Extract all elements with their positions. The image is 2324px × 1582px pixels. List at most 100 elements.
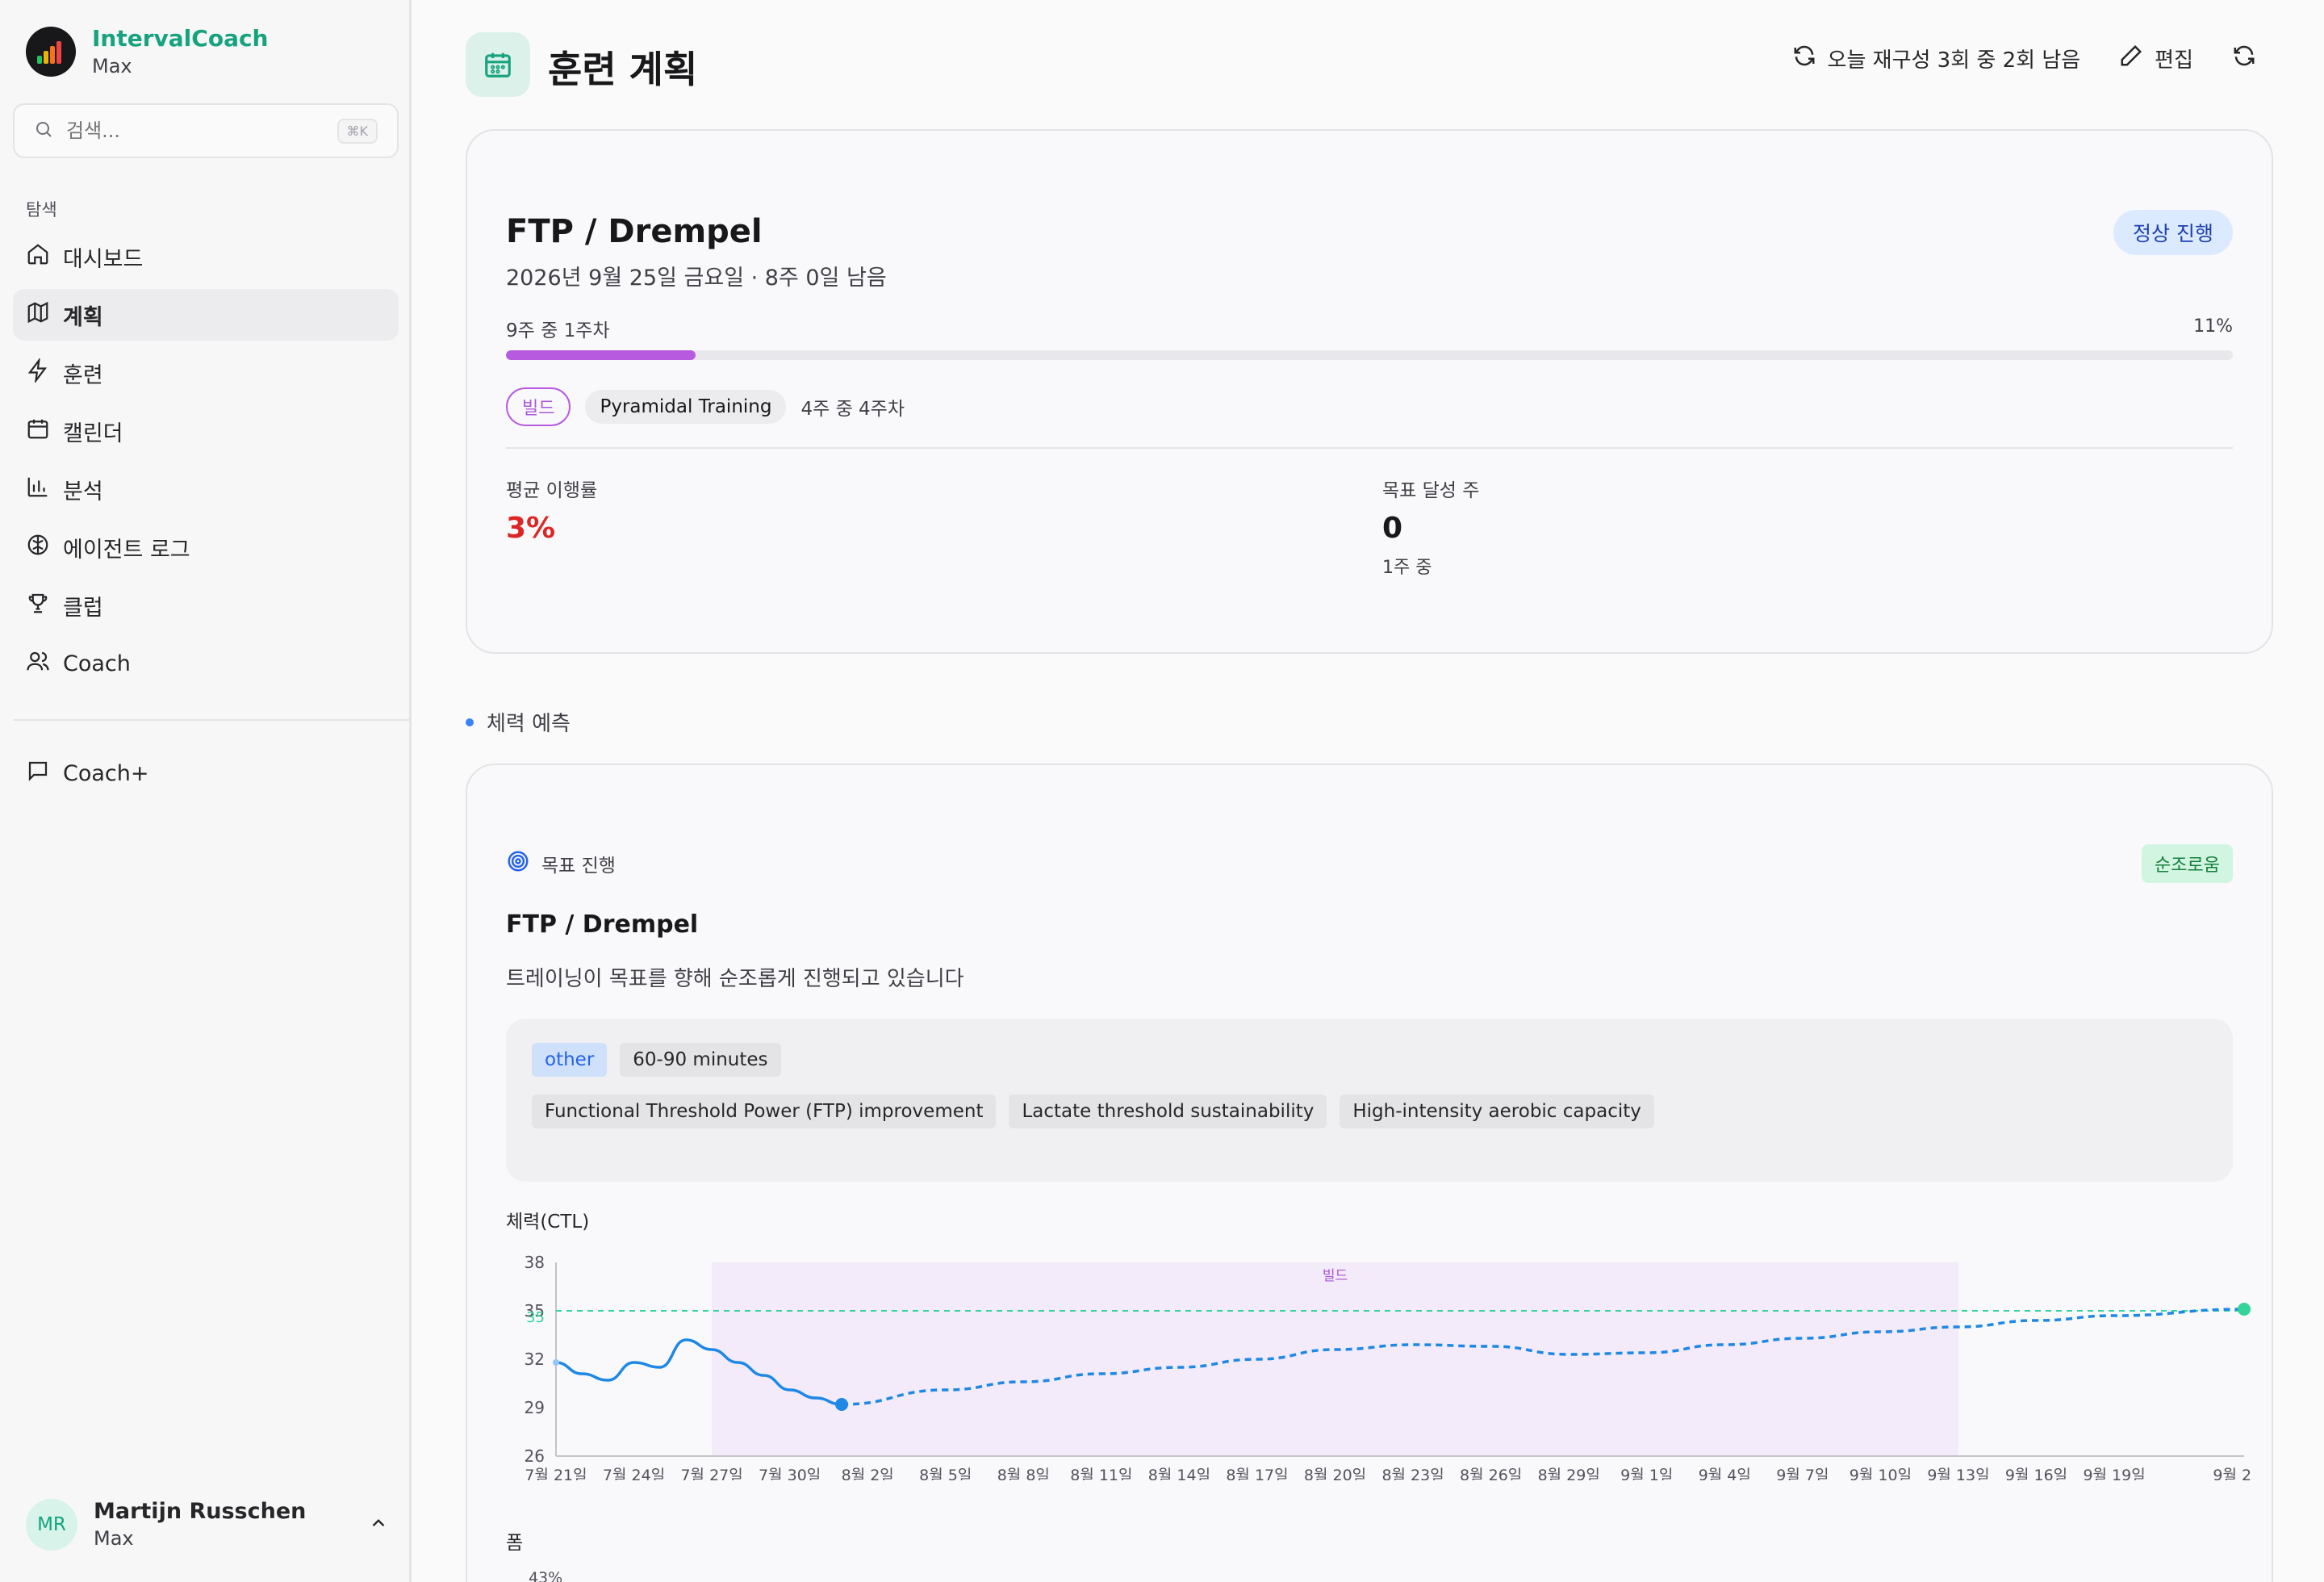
- pencil-icon: [2119, 44, 2143, 73]
- target-label: 35: [526, 1309, 545, 1326]
- sidebar-item-plan[interactable]: 계획: [13, 289, 399, 341]
- x-tick-label: 7월 27일: [680, 1467, 742, 1480]
- sidebar-item-coachplus-wrap: Coach+: [13, 747, 399, 806]
- x-tick-label: 7월 30일: [759, 1467, 821, 1480]
- calendar-icon: [466, 32, 530, 97]
- goal-description: 트레이닝이 목표를 향해 순조롭게 진행되고 있습니다: [506, 967, 964, 991]
- x-tick-label: 8월 23일: [1381, 1467, 1444, 1480]
- regenerate-button[interactable]: 오늘 재구성 3회 중 2회 남음: [1792, 44, 2081, 73]
- goal-header: 목표 진행: [506, 849, 616, 878]
- edit-button[interactable]: 편집: [2119, 44, 2193, 73]
- start-point: [553, 1359, 559, 1366]
- refresh-icon: [2232, 44, 2256, 73]
- goal-point: [2238, 1303, 2251, 1316]
- athlete-name: Max: [92, 55, 132, 77]
- block-week: 4주 중 4주차: [800, 399, 905, 420]
- chevron-up-icon[interactable]: [368, 1513, 389, 1537]
- on-track-badge: 순조로움: [2142, 844, 2233, 883]
- user-name: Martijn Russchen: [94, 1499, 307, 1524]
- app-logo: [26, 27, 76, 77]
- plan-subtitle: 2026년 9월 25일 금요일 · 8주 0일 남음: [506, 266, 887, 291]
- sidebar-item-workouts[interactable]: 훈련: [13, 347, 399, 399]
- phase-band: [712, 1262, 1958, 1456]
- compliance-value: 3%: [506, 512, 556, 545]
- home-icon: [26, 242, 50, 272]
- x-tick-label: 8월 26일: [1460, 1467, 1522, 1480]
- sidebar-item-analysis[interactable]: 분석: [13, 463, 399, 515]
- plan-tags: 빌드 Pyramidal Training 4주 중 4주차: [506, 387, 905, 426]
- goal-weeks-value: 0: [1382, 512, 1403, 545]
- form-tick: 43%: [529, 1569, 563, 1582]
- phase-band-label: 빌드: [1323, 1268, 1348, 1284]
- block-badge: Pyramidal Training: [585, 390, 787, 424]
- search-icon: [34, 119, 53, 142]
- plan-title: FTP / Drempel: [506, 213, 763, 250]
- goal-weeks-stat: 목표 달성 주 0 1주 중: [1382, 475, 1479, 579]
- main-content: 훈련 계획 오늘 재구성 3회 중 2회 남음 편집 FTP / Drempel…: [414, 0, 2324, 1582]
- section-dot: [466, 718, 474, 726]
- page-title: 훈련 계획: [548, 48, 698, 91]
- x-tick-label: 8월 8일: [997, 1467, 1050, 1480]
- compliance-label: 평균 이행률: [506, 480, 598, 501]
- sidebar-item-label: 훈련: [63, 362, 103, 388]
- sidebar-item-dashboard[interactable]: 대시보드: [13, 231, 399, 282]
- search-box[interactable]: ⌘K: [13, 103, 399, 158]
- user-menu[interactable]: MR Martijn Russchen Max: [26, 1498, 389, 1551]
- avatar: MR: [26, 1499, 77, 1551]
- x-tick-label: 9월 16일: [2005, 1467, 2067, 1480]
- sidebar-item-agent-log[interactable]: 에이전트 로그: [13, 521, 399, 573]
- sidebar-item-label: Coach+: [63, 760, 149, 786]
- phase-badge: 빌드: [506, 387, 571, 426]
- x-tick-label: 8월 17일: [1226, 1467, 1288, 1480]
- forecast-card: 목표 진행 순조로움 FTP / Drempel 트레이닝이 목표를 향해 순조…: [466, 764, 2276, 1582]
- message-square-icon: [26, 759, 50, 789]
- sidebar-item-label: 계획: [63, 304, 103, 330]
- x-tick-label: 9월 7일: [1776, 1467, 1829, 1480]
- sidebar-item-label: 에이전트 로그: [63, 537, 190, 563]
- search-input[interactable]: [66, 119, 324, 142]
- sidebar-item-coach[interactable]: Coach: [13, 638, 399, 689]
- calendar-icon: [26, 416, 50, 446]
- section-title: 체력 예측: [487, 712, 571, 736]
- refresh-button[interactable]: [2232, 44, 2256, 73]
- x-tick-label: 8월 5일: [919, 1467, 972, 1480]
- compliance-stat: 평균 이행률 3%: [506, 475, 597, 545]
- x-tick-label: 7월 24일: [603, 1467, 665, 1480]
- brand[interactable]: IntervalCoach Max: [26, 24, 269, 79]
- nav-section-label: 탐색: [26, 200, 57, 220]
- section-fitness-forecast: 체력 예측: [466, 707, 571, 737]
- edit-label: 편집: [2155, 48, 2193, 73]
- focus-chip: Lactate threshold sustainability: [1009, 1094, 1327, 1128]
- x-tick-label: 7월 21일: [525, 1467, 587, 1480]
- zap-icon: [26, 356, 50, 388]
- x-tick-label: 9월 24일: [2213, 1467, 2251, 1480]
- week-label: 9주 중 1주차: [506, 320, 610, 341]
- progress-percent: 11%: [2193, 316, 2233, 337]
- x-tick-label: 9월 13일: [1927, 1467, 1989, 1480]
- ctl-chart-svg: 빌드2629323538357월 21일 7월 24일 7월 27일 7월 30일 8월…: [525, 1253, 2276, 1484]
- sidebar-item-label: 분석: [63, 479, 103, 504]
- goal-details: other 60-90 minutes Functional Threshold…: [506, 1019, 2233, 1182]
- sidebar-item-calendar[interactable]: 캘린더: [13, 405, 399, 457]
- y-tick-label: 29: [525, 1398, 545, 1417]
- app-name: IntervalCoach: [92, 25, 269, 52]
- sidebar-item-club[interactable]: 클럽: [13, 580, 399, 631]
- goal-type-chip: other: [532, 1043, 608, 1077]
- x-tick-label: 9월 19일: [2083, 1467, 2145, 1480]
- sidebar-item-label: 캘린더: [63, 421, 123, 446]
- search-shortcut: ⌘K: [336, 118, 378, 144]
- ctl-chart: 빌드 26 29 32 35 38 35 7월 21일 7월 24일 7월 27일 7월 30일 8월…: [491, 1238, 2276, 1484]
- x-tick-label: 8월 11일: [1070, 1467, 1132, 1480]
- users-icon: [26, 649, 50, 679]
- focus-chip: Functional Threshold Power (FTP) improve…: [532, 1094, 997, 1128]
- sidebar-item-label: 클럽: [63, 595, 103, 621]
- sidebar-item-coachplus[interactable]: Coach+: [13, 747, 399, 799]
- goal-weeks-sub: 1주 중: [1382, 558, 1432, 578]
- sidebar: IntervalCoach Max ⌘K 탐색 대시보드 계획 훈련 캘린더: [0, 0, 412, 1582]
- brain-icon: [26, 533, 50, 563]
- x-tick-label: 8월 14일: [1148, 1467, 1210, 1480]
- regenerate-label: 오늘 재구성 3회 중 2회 남음: [1827, 48, 2081, 73]
- goal-title: FTP / Drempel: [506, 910, 699, 939]
- plan-progress-fill: [506, 350, 696, 360]
- y-tick-label: 26: [525, 1446, 545, 1466]
